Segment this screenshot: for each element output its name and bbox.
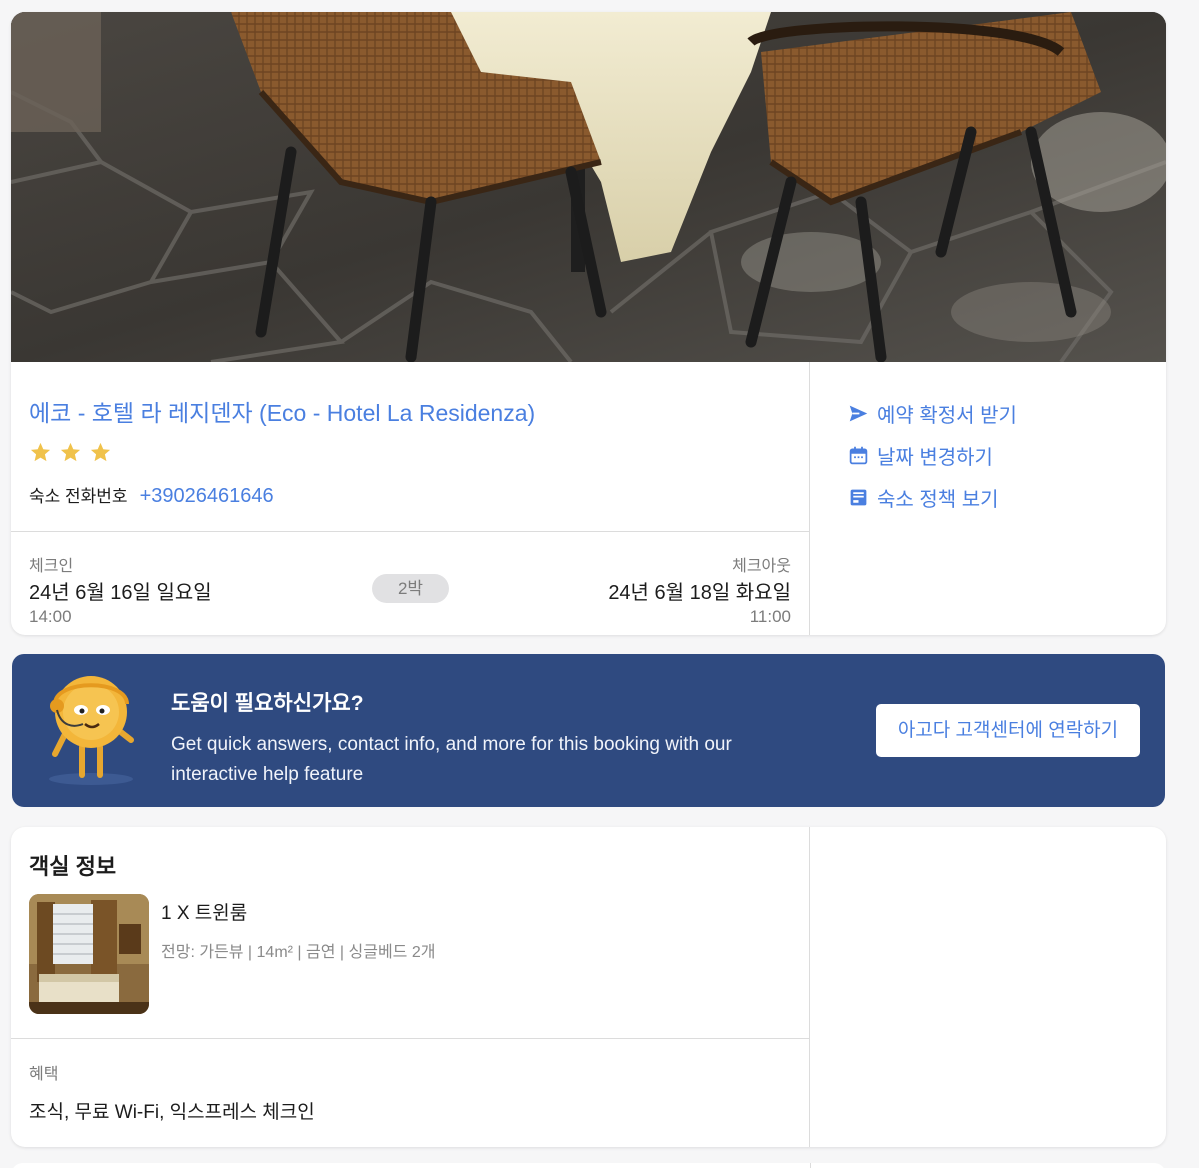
get-confirmation-link[interactable]: 예약 확정서 받기 <box>848 399 1017 428</box>
help-description: Get quick answers, contact info, and mor… <box>171 734 732 785</box>
checkin-label: 체크인 <box>29 558 74 575</box>
room-details: 전망: 가든뷰 | 14m² | 금연 | 싱글베드 2개 <box>161 944 436 961</box>
room-thumbnail[interactable] <box>29 894 149 1014</box>
hotel-hero-image[interactable] <box>11 12 1166 362</box>
view-policy-link[interactable]: 숙소 정책 보기 <box>848 483 999 512</box>
action-label: 날짜 변경하기 <box>877 447 993 469</box>
phone-row: 숙소 전화번호 +39026461646 <box>29 482 274 508</box>
checkout-label: 체크아웃 <box>732 558 791 575</box>
help-title: 도움이 필요하신가요? <box>171 692 364 715</box>
checkout-date: 24년 6월 18일 화요일 <box>608 582 791 604</box>
star-rating <box>29 441 112 464</box>
nights-badge: 2박 <box>372 574 449 603</box>
hotel-info-panel: 에코 - 호텔 라 레지덴자 (Eco - Hotel La Residenza… <box>11 362 810 635</box>
star-icon <box>30 442 51 462</box>
action-label: 숙소 정책 보기 <box>877 489 999 511</box>
checkin-date: 24년 6월 16일 일요일 <box>29 582 212 604</box>
hotel-card: 에코 - 호텔 라 레지덴자 (Eco - Hotel La Residenza… <box>11 12 1166 635</box>
divider <box>810 1163 811 1168</box>
pdf-icon <box>850 489 867 506</box>
benefits-list: 조식, 무료 Wi-Fi, 익스프레스 체크인 <box>29 1102 315 1123</box>
booking-actions: 예약 확정서 받기 날짜 변경하기 숙소 정책 보기 <box>811 362 1166 635</box>
hotel-name-link[interactable]: 에코 - 호텔 라 레지덴자 (Eco - Hotel La Residenza… <box>29 394 535 428</box>
checkout-time: 11:00 <box>749 607 791 626</box>
star-icon <box>90 442 111 462</box>
benefits-label: 혜택 <box>29 1066 59 1083</box>
phone-label: 숙소 전화번호 <box>29 487 128 506</box>
change-dates-link[interactable]: 날짜 변경하기 <box>848 441 993 470</box>
next-card-edge <box>11 1163 1166 1168</box>
contact-support-button[interactable]: 아고다 고객센터에 연락하기 <box>876 704 1140 757</box>
agoda-mascot-icon <box>49 676 134 785</box>
divider <box>11 1038 810 1039</box>
star-icon <box>60 442 81 462</box>
phone-number-link[interactable]: +39026461646 <box>140 485 274 508</box>
room-section-title: 객실 정보 <box>29 854 117 879</box>
room-type: 1 X 트윈룸 <box>161 903 248 924</box>
calendar-icon <box>849 446 868 465</box>
room-info-panel: 객실 정보 1 X 트윈룸 전망: 가든뷰 | 14m² | 금연 | 싱글베드… <box>11 827 810 1147</box>
room-info-card: 객실 정보 1 X 트윈룸 전망: 가든뷰 | 14m² | 금연 | 싱글베드… <box>11 827 1166 1147</box>
send-icon <box>849 405 868 422</box>
checkin-time: 14:00 <box>29 607 72 626</box>
divider <box>11 531 810 532</box>
action-label: 예약 확정서 받기 <box>877 405 1017 427</box>
help-banner: 도움이 필요하신가요? Get quick answers, contact i… <box>12 654 1165 807</box>
